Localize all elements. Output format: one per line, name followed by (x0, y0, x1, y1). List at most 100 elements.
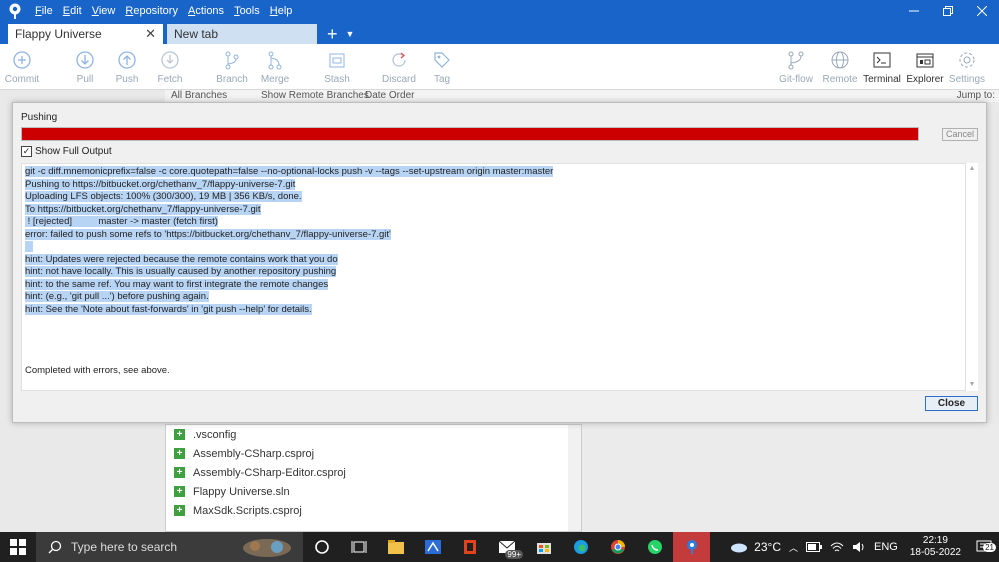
add-tab-icon[interactable]: + (327, 24, 338, 44)
file-explorer-app[interactable] (377, 532, 414, 562)
mail-badge: 99+ (505, 550, 523, 559)
tag-button[interactable]: Tag (418, 48, 466, 85)
gitflow-button[interactable]: Git-flow (772, 48, 820, 85)
branch-label: Branch (216, 74, 248, 85)
list-item[interactable]: + MaxSdk.Scripts.csproj (166, 501, 581, 520)
file-status-list: + .vsconfig + Assembly-CSharp.csproj + Asse… (165, 424, 582, 532)
battery-indicator[interactable] (802, 542, 826, 552)
list-item[interactable]: + Assembly-CSharp.csproj (166, 444, 581, 463)
close-button[interactable]: Close (925, 396, 978, 411)
task-view-button[interactable] (340, 532, 377, 562)
tab-new-tab[interactable]: New tab (167, 24, 317, 44)
taskbar-search[interactable]: Type here to search (36, 532, 303, 562)
push-button[interactable]: Push (103, 48, 151, 85)
chrome-app[interactable] (599, 532, 636, 562)
clock[interactable]: 22:19 18-05-2022 (902, 535, 969, 559)
scroll-up-icon[interactable]: ▲ (966, 163, 978, 175)
order-filter[interactable]: Date Order (365, 90, 414, 101)
task-view-icon (351, 541, 366, 553)
discard-icon (387, 48, 411, 72)
output-line: Uploading LFS objects: 100% (300/300), 1… (25, 191, 553, 204)
notification-center-button[interactable]: 21 (969, 540, 999, 554)
minimize-button[interactable] (897, 0, 931, 22)
show-full-output-checkbox[interactable]: ✓ Show Full Output (21, 146, 112, 157)
menu-file-rest: ile (41, 5, 53, 17)
pull-label: Pull (76, 74, 94, 85)
output-textarea[interactable]: git -c diff.mnemonicprefix=false -c core… (21, 163, 966, 391)
cortana-button[interactable] (303, 532, 340, 562)
start-button[interactable] (0, 532, 36, 562)
menu-help[interactable]: Help (265, 0, 298, 22)
windows-logo-icon (10, 539, 26, 555)
tab-close-icon[interactable]: ✕ (145, 26, 156, 42)
edge-icon (573, 540, 588, 554)
whatsapp-icon (647, 540, 662, 554)
windows-taskbar: Type here to search 99+ 23°C ︿ ENG 22:19… (0, 532, 999, 562)
tab-menu-icon[interactable]: ▼ (346, 24, 355, 44)
cancel-button[interactable]: Cancel (942, 128, 978, 141)
output-line-text: hint: See the 'Note about fast-forwards'… (25, 303, 312, 315)
stash-button[interactable]: Stash (313, 48, 361, 85)
speaker-icon (853, 542, 864, 552)
volume-indicator[interactable] (848, 541, 870, 553)
explorer-button[interactable]: Explorer (901, 48, 949, 85)
office-icon (463, 540, 476, 554)
tab-flappy-universe[interactable]: Flappy Universe ✕ (8, 24, 163, 44)
file-added-icon: + (174, 505, 185, 516)
output-line: ! [rejected] master -> master (fetch fir… (25, 216, 553, 229)
edge-app[interactable] (562, 532, 599, 562)
list-item[interactable]: + Flappy Universe.sln (166, 482, 581, 501)
menu-edit[interactable]: Edit (58, 0, 87, 22)
search-placeholder: Type here to search (71, 540, 178, 554)
file-name: Assembly-CSharp-Editor.csproj (193, 466, 346, 479)
output-line: Pushing to https://bitbucket.org/chethan… (25, 178, 553, 192)
menu-repository[interactable]: Repository (120, 0, 183, 22)
list-item[interactable]: + .vsconfig (166, 425, 581, 444)
list-item[interactable]: + Assembly-CSharp-Editor.csproj (166, 463, 581, 482)
office-app[interactable] (451, 532, 488, 562)
output-scrollbar[interactable]: ▲ ▼ (966, 163, 978, 391)
whatsapp-app[interactable] (636, 532, 673, 562)
push-progress-bar (21, 127, 919, 141)
tray-overflow[interactable]: ︿ (785, 541, 802, 554)
menu-file[interactable]: File (30, 0, 58, 22)
language-indicator[interactable]: ENG (870, 541, 902, 553)
scroll-down-icon[interactable]: ▼ (966, 379, 978, 391)
checkbox-checked-icon[interactable]: ✓ (21, 146, 32, 157)
restore-button[interactable] (931, 0, 965, 22)
visual-studio-app[interactable] (414, 532, 451, 562)
fetch-button[interactable]: Fetch (146, 48, 194, 85)
chevron-up-icon: ︿ (788, 542, 798, 553)
file-list-scrollbar[interactable] (568, 425, 581, 531)
output-line: hint: Updates were rejected because the … (25, 253, 553, 267)
settings-button[interactable]: Settings (943, 48, 991, 85)
branch-button[interactable]: Branch (208, 48, 256, 85)
store-app[interactable] (525, 532, 562, 562)
commit-label: Commit (4, 74, 40, 85)
pull-button[interactable]: Pull (61, 48, 109, 85)
wifi-indicator[interactable] (826, 541, 848, 553)
menu-file-key: F (35, 5, 42, 17)
remote-branches-toggle[interactable]: Show Remote Branches (261, 90, 369, 101)
merge-button[interactable]: Merge (251, 48, 299, 85)
sourcetree-app[interactable] (673, 532, 710, 562)
merge-label: Merge (260, 74, 290, 85)
menu-actions[interactable]: Actions (183, 0, 229, 22)
settings-label: Settings (948, 74, 986, 85)
menu-view[interactable]: View (87, 0, 121, 22)
weather-widget[interactable]: 23°C (726, 540, 785, 554)
discard-button[interactable]: Discard (375, 48, 423, 85)
remote-button[interactable]: Remote (816, 48, 864, 85)
output-lines: git -c diff.mnemonicprefix=false -c core… (25, 166, 554, 316)
window-close-button[interactable] (965, 0, 999, 22)
tag-label: Tag (433, 74, 451, 85)
commit-button[interactable]: Commit (0, 48, 46, 85)
branches-filter[interactable]: All Branches (171, 90, 227, 101)
file-name: .vsconfig (193, 428, 237, 441)
file-name: Assembly-CSharp.csproj (193, 447, 315, 460)
menu-repository-rest: epository (133, 5, 178, 17)
notification-count: 21 (983, 543, 996, 552)
terminal-button[interactable]: Terminal (858, 48, 906, 85)
mail-app[interactable]: 99+ (488, 532, 525, 562)
menu-tools[interactable]: Tools (229, 0, 265, 22)
